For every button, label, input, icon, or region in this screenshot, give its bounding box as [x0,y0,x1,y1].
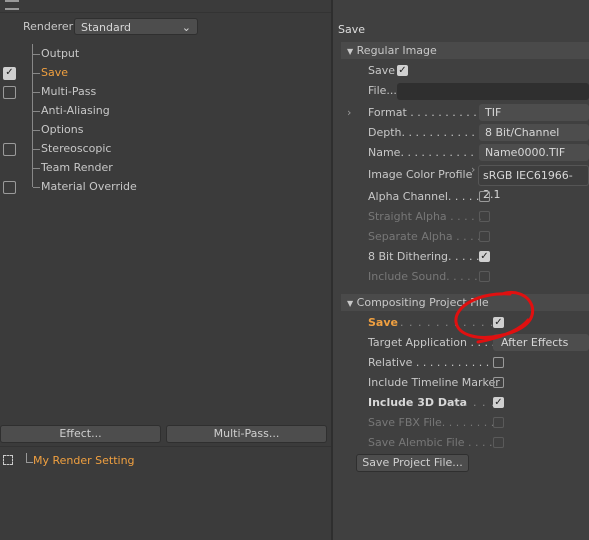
chevron-right-icon[interactable]: › [471,163,475,177]
name-dropdown[interactable]: Name0000.TIF [479,144,589,161]
separate-alpha-label: Separate Alpha . . . . [368,230,481,243]
save-project-file-button[interactable]: Save Project File... [356,454,469,472]
separate-alpha-checkbox[interactable] [479,231,490,242]
renderer-value: Standard [81,21,132,34]
tree-branch [33,111,40,112]
name-label: Name. . . . . . . . . . . [368,146,474,159]
save-checkbox[interactable]: ✓ [397,65,408,76]
relative-checkbox[interactable] [493,357,504,368]
include-3d-data-checkbox[interactable]: ✓ [493,397,504,408]
tree-branch [33,187,40,188]
tree-item-options[interactable]: Options [41,123,83,137]
regular-image-header[interactable]: ▼ Regular Image [341,42,589,59]
save-alembic-label: Save Alembic File . . . . [368,436,493,449]
tree-item-checkbox[interactable]: ✓ [3,67,16,80]
effect-button[interactable]: Effect... [0,425,161,443]
tree-item-checkbox[interactable] [3,143,16,156]
tree-item-checkbox[interactable] [3,86,16,99]
red-annotation-circle [454,291,535,344]
depth-dropdown[interactable]: 8 Bit/Channel [479,124,589,141]
render-setting-item[interactable]: My Render Setting [33,454,135,468]
leader-dots: . . . . . [455,396,496,409]
tree-item-stereoscopic[interactable]: Stereoscopic [41,142,111,156]
dithering-checkbox[interactable]: ✓ [479,251,490,262]
tree-line [26,453,33,463]
tree-branch [33,130,40,131]
alpha-channel-checkbox[interactable] [479,191,490,202]
format-dropdown[interactable]: TIF [479,104,589,121]
tree-branch [33,54,40,55]
tree-branch [33,168,40,169]
dithering-label: 8 Bit Dithering. . . . . [368,250,480,263]
include-sound-checkbox[interactable] [479,271,490,282]
menu-icon[interactable] [5,0,19,10]
include-3d-data-label: Include 3D Data [368,396,468,409]
renderer-label: Renderer [23,20,74,33]
compositing-save-label: Save [368,316,398,329]
tree-item-checkbox[interactable] [3,181,16,194]
save-fbx-checkbox[interactable] [493,417,504,428]
chevron-down-icon: ⌄ [181,21,191,34]
tree-item-anti-aliasing[interactable]: Anti-Aliasing [41,104,110,118]
tree-branch [33,92,40,93]
relative-label: Relative . . . . . . . . . . . [368,356,490,369]
depth-label: Depth. . . . . . . . . . . [368,126,475,139]
tree-item-material-override[interactable]: Material Override [41,180,137,194]
tree-item-multi-pass[interactable]: Multi-Pass [41,85,96,99]
tree-item-save[interactable]: Save [41,66,68,80]
save-alembic-checkbox[interactable] [493,437,504,448]
timeline-marker-checkbox[interactable] [493,377,504,388]
timeline-marker-label: Include Timeline Marker [368,376,500,389]
tree-line [32,44,34,187]
multipass-button[interactable]: Multi-Pass... [166,425,327,443]
straight-alpha-label: Straight Alpha . . . . . [368,210,482,223]
section-title: Regular Image [356,44,437,57]
save-fbx-label: Save FBX File. . . . . . . . [368,416,495,429]
format-label: Format . . . . . . . . . . [368,106,477,119]
color-profile-label: Image Color Profile [368,168,473,181]
tree-branch [33,73,40,74]
tree-item-team-render[interactable]: Team Render [41,161,113,175]
color-profile-field[interactable]: sRGB IEC61966-2.1 [478,165,589,201]
tree-item-output[interactable]: Output [41,47,79,61]
tree-branch [33,149,40,150]
focus-frame-icon[interactable] [3,455,13,465]
alpha-channel-label: Alpha Channel. . . . . [368,190,480,203]
divider [0,12,331,13]
straight-alpha-checkbox[interactable] [479,211,490,222]
panel-title: Save [338,23,366,36]
include-sound-label: Include Sound. . . . . [368,270,478,283]
renderer-dropdown[interactable]: Standard ⌄ [74,18,198,35]
save-label: Save [368,64,396,77]
divider [0,446,331,447]
chevron-right-icon[interactable]: › [347,106,351,120]
file-input[interactable] [397,83,589,100]
file-label: File... [368,84,397,97]
